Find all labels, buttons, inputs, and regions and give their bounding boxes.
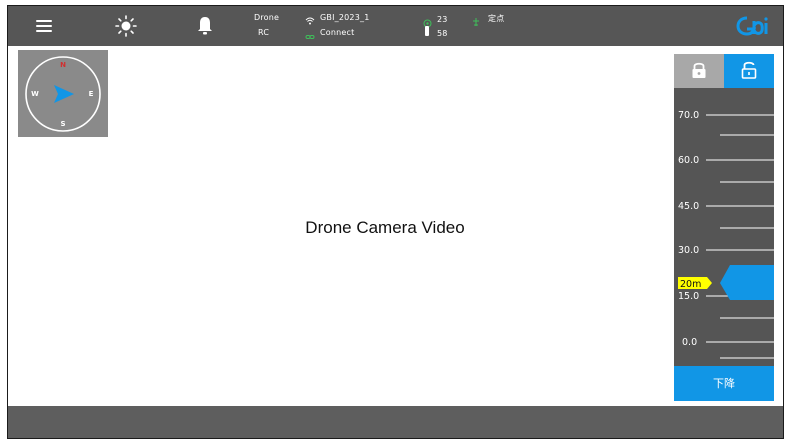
video-placeholder-label: Drone Camera Video: [305, 218, 465, 237]
altitude-scale[interactable]: 70.0 60.0 45.0 30.0 15.0 0.0 20m: [674, 88, 774, 366]
link-icon: [305, 27, 315, 46]
descend-button[interactable]: 下降: [674, 366, 774, 401]
flight-mode: 定点: [488, 14, 505, 23]
compass-west: W: [31, 90, 39, 98]
lock-button[interactable]: [674, 54, 724, 88]
satellite-count: 23: [437, 15, 448, 24]
brightness-icon[interactable]: [114, 14, 138, 38]
current-altitude-value: 20m: [680, 279, 701, 290]
scale-label: 45.0: [678, 201, 699, 212]
scale-label: 30.0: [678, 245, 699, 256]
bottom-bar: [8, 406, 783, 438]
scale-label: 70.0: [678, 110, 699, 121]
altitude-panel: 70.0 60.0 45.0 30.0 15.0 0.0 20m 下降: [674, 54, 774, 401]
drone-label: Drone: [254, 13, 280, 22]
bell-icon[interactable]: [193, 14, 217, 38]
battery-value: 58: [437, 29, 448, 38]
compass-south: S: [60, 120, 65, 128]
scale-label: 0.0: [682, 337, 697, 348]
heading-arrow-icon: [54, 85, 74, 103]
unlock-button[interactable]: [724, 54, 774, 88]
menu-icon[interactable]: [32, 14, 56, 38]
network-name: GBI_2023_1: [320, 13, 370, 22]
drone-icon: [471, 12, 481, 31]
top-status-bar: Drone RC GBI_2023_1 Connect 23 58 定点: [8, 6, 783, 46]
battery-icon: [425, 26, 429, 36]
compass-east: E: [89, 90, 94, 98]
compass-widget: N S E W: [18, 50, 108, 137]
unlock-icon: [741, 61, 757, 79]
lock-icon: [692, 62, 706, 78]
connection-status: Connect: [320, 28, 355, 37]
gbi-logo: [733, 12, 773, 40]
altitude-slider-handle: [720, 265, 774, 300]
scale-label: 15.0: [678, 291, 699, 302]
rc-label: RC: [258, 28, 270, 37]
scale-label: 60.0: [678, 155, 699, 166]
compass-north: N: [60, 61, 66, 69]
